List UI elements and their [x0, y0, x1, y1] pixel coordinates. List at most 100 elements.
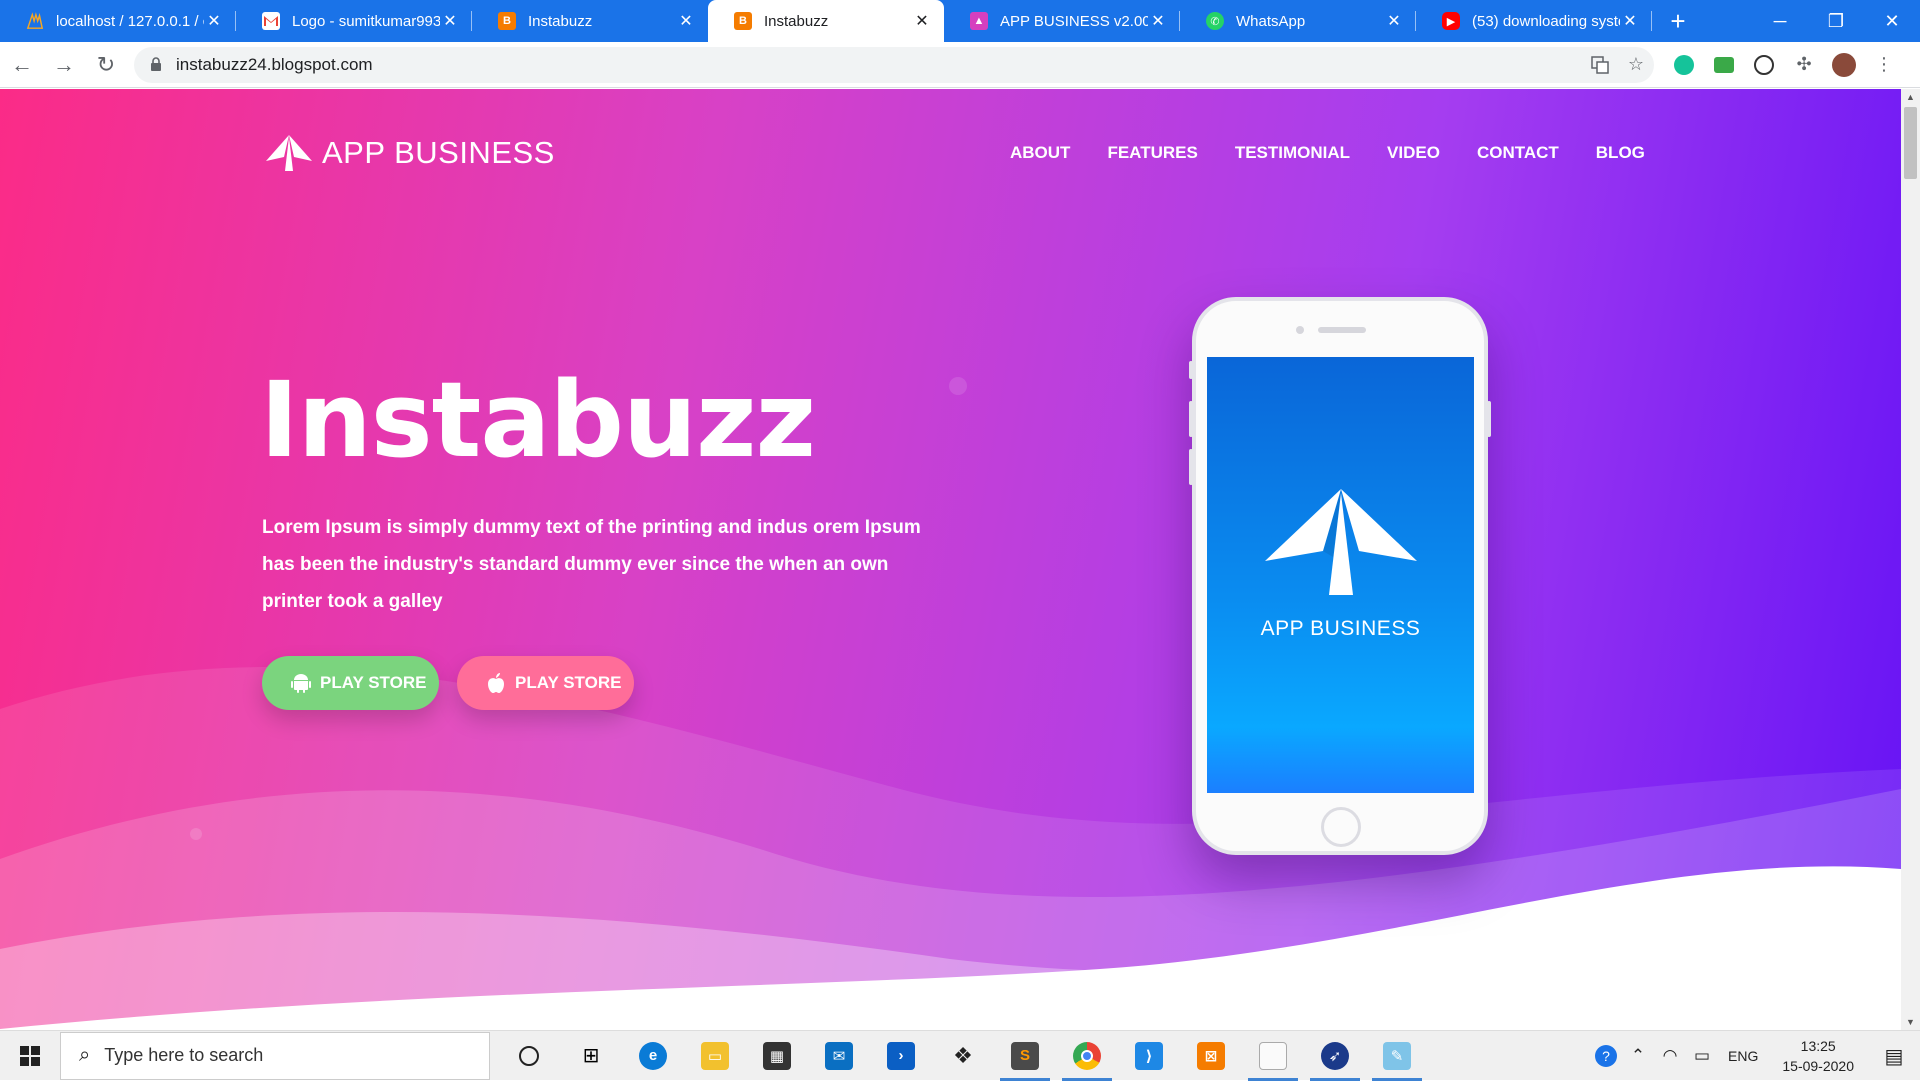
file-explorer-icon[interactable]: ▭: [684, 1031, 746, 1081]
wifi-icon[interactable]: ◠: [1654, 1046, 1686, 1066]
close-tab-icon[interactable]: ✕: [912, 11, 932, 31]
xampp-icon[interactable]: ⊠: [1180, 1031, 1242, 1081]
browser-toolbar: ← → ↻ instabuzz24.blogspot.com ☆ ✣ ⋮: [0, 42, 1920, 88]
tab-app-business[interactable]: ▲ APP BUSINESS v2.00 ✕: [944, 0, 1180, 42]
clock-time: 13:25: [1800, 1038, 1836, 1054]
minimize-icon[interactable]: ─: [1752, 0, 1808, 42]
tab-title: localhost / 127.0.0.1 / c: [56, 12, 204, 30]
scrollbar-thumb[interactable]: [1904, 107, 1917, 179]
extensions-puzzle-icon[interactable]: ✣: [1784, 45, 1824, 85]
phpmyadmin-icon: [26, 12, 44, 30]
phone-screen: APP BUSINESS: [1207, 357, 1474, 793]
gmail-icon: [262, 12, 280, 30]
task-view-icon[interactable]: ⊞: [560, 1031, 622, 1081]
main-menu: ABOUT FEATURES TESTIMONIAL VIDEO CONTACT…: [1010, 143, 1645, 163]
powershell-icon[interactable]: ›: [870, 1031, 932, 1081]
blogger-icon: B: [498, 12, 516, 30]
play-store-button[interactable]: PLAY STORE: [262, 656, 439, 710]
tab-title: APP BUSINESS v2.00: [1000, 12, 1148, 30]
battery-icon[interactable]: ▭: [1686, 1046, 1718, 1066]
url-text[interactable]: instabuzz24.blogspot.com: [176, 55, 1582, 75]
tab-instabuzz-active[interactable]: B Instabuzz ✕: [708, 0, 944, 42]
notepad-icon[interactable]: [1242, 1031, 1304, 1081]
tab-localhost[interactable]: localhost / 127.0.0.1 / c ✕: [0, 0, 236, 42]
clock[interactable]: 13:25 15-09-2020: [1782, 1036, 1854, 1076]
menu-item-blog[interactable]: BLOG: [1596, 143, 1645, 163]
tab-title: Instabuzz: [528, 12, 593, 30]
page-scrollbar[interactable]: ▲ ▼: [1901, 89, 1920, 1030]
camera-dot: [1296, 326, 1304, 334]
store-icon[interactable]: ▦: [746, 1031, 808, 1081]
reload-icon[interactable]: ↻: [86, 45, 126, 85]
bookmark-star-icon[interactable]: ☆: [1618, 54, 1654, 75]
windows-start-icon[interactable]: [0, 1031, 60, 1081]
app-eagle-icon[interactable]: ➶: [1304, 1031, 1366, 1081]
close-tab-icon[interactable]: ✕: [1384, 11, 1404, 31]
lock-icon[interactable]: [150, 56, 164, 73]
edge-icon[interactable]: e: [622, 1031, 684, 1081]
search-icon: ⌕: [79, 1044, 91, 1066]
extension-circle-icon[interactable]: [1744, 45, 1784, 85]
chrome-icon[interactable]: [1056, 1031, 1118, 1081]
address-bar[interactable]: instabuzz24.blogspot.com ☆: [134, 46, 1654, 83]
search-placeholder: Type here to search: [104, 1045, 264, 1065]
chevron-up-icon[interactable]: ⌃: [1622, 1046, 1654, 1066]
app-store-button[interactable]: PLAY STORE: [457, 656, 634, 710]
home-button: [1321, 807, 1361, 847]
menu-item-contact[interactable]: CONTACT: [1477, 143, 1559, 163]
scroll-up-icon[interactable]: ▲: [1901, 89, 1920, 105]
taskbar-search-input[interactable]: ⌕ Type here to search: [60, 1031, 490, 1080]
window-controls: ─ ❐ ✕: [1752, 0, 1920, 42]
grammarly-icon[interactable]: [1664, 45, 1704, 85]
site-logo[interactable]: APP BUSINESS: [264, 133, 555, 173]
clock-date: 15-09-2020: [1782, 1058, 1854, 1074]
taskbar: ⌕ Type here to search ⊞ e ▭ ▦ ✉ › ❖ S ⟩ …: [0, 1030, 1920, 1081]
translate-icon[interactable]: [1582, 55, 1618, 74]
new-tab-button[interactable]: +: [1658, 0, 1698, 42]
tab-title: Logo - sumitkumar993: [292, 12, 440, 30]
mail-icon[interactable]: ✉: [808, 1031, 870, 1081]
app-business-icon: ▲: [970, 12, 988, 30]
dropbox-icon[interactable]: ❖: [932, 1031, 994, 1081]
paper-plane-icon: [1264, 489, 1417, 595]
sublime-text-icon[interactable]: S: [994, 1031, 1056, 1081]
paper-plane-icon: [266, 135, 312, 171]
back-icon[interactable]: ←: [2, 45, 42, 85]
youtube-icon: ▶: [1442, 12, 1460, 30]
close-tab-icon[interactable]: ✕: [440, 11, 460, 31]
help-icon[interactable]: ?: [1590, 1045, 1622, 1067]
cortana-icon[interactable]: [498, 1031, 560, 1081]
close-tab-icon[interactable]: ✕: [676, 11, 696, 31]
extension-green-icon[interactable]: [1704, 45, 1744, 85]
button-label: PLAY STORE: [320, 673, 427, 692]
tab-instabuzz-1[interactable]: B Instabuzz ✕: [472, 0, 708, 42]
close-tab-icon[interactable]: ✕: [1148, 11, 1168, 31]
menu-item-features[interactable]: FEATURES: [1107, 143, 1197, 163]
forward-icon[interactable]: →: [44, 45, 84, 85]
profile-avatar-icon[interactable]: [1824, 45, 1864, 85]
whatsapp-icon: ✆: [1206, 12, 1224, 30]
notification-icon[interactable]: ▤: [1868, 1044, 1920, 1069]
tab-youtube[interactable]: ▶ (53) downloading syste ✕: [1416, 0, 1652, 42]
app-pen-icon[interactable]: ✎: [1366, 1031, 1428, 1081]
scroll-down-icon[interactable]: ▼: [1901, 1014, 1920, 1030]
phone-screen-brand: APP BUSINESS: [1260, 617, 1421, 640]
phone-mockup: APP BUSINESS: [1189, 297, 1491, 855]
tab-title: (53) downloading syste: [1472, 12, 1620, 30]
close-tab-icon[interactable]: ✕: [204, 11, 224, 31]
hero-section: APP BUSINESS ABOUT FEATURES TESTIMONIAL …: [0, 89, 1901, 1030]
menu-item-video[interactable]: VIDEO: [1387, 143, 1440, 163]
chrome-menu-icon[interactable]: ⋮: [1864, 45, 1904, 85]
language-indicator[interactable]: ENG: [1728, 1048, 1758, 1064]
menu-item-about[interactable]: ABOUT: [1010, 143, 1070, 163]
menu-item-testimonial[interactable]: TESTIMONIAL: [1235, 143, 1350, 163]
close-tab-icon[interactable]: ✕: [1620, 11, 1640, 31]
tab-whatsapp[interactable]: ✆ WhatsApp ✕: [1180, 0, 1416, 42]
brand-name: APP BUSINESS: [322, 135, 555, 170]
close-window-icon[interactable]: ✕: [1864, 0, 1920, 42]
tab-gmail[interactable]: Logo - sumitkumar993 ✕: [236, 0, 472, 42]
vscode-icon[interactable]: ⟩: [1118, 1031, 1180, 1081]
tab-title: Instabuzz: [764, 12, 829, 30]
restore-icon[interactable]: ❐: [1808, 0, 1864, 42]
apple-icon: [488, 673, 504, 693]
